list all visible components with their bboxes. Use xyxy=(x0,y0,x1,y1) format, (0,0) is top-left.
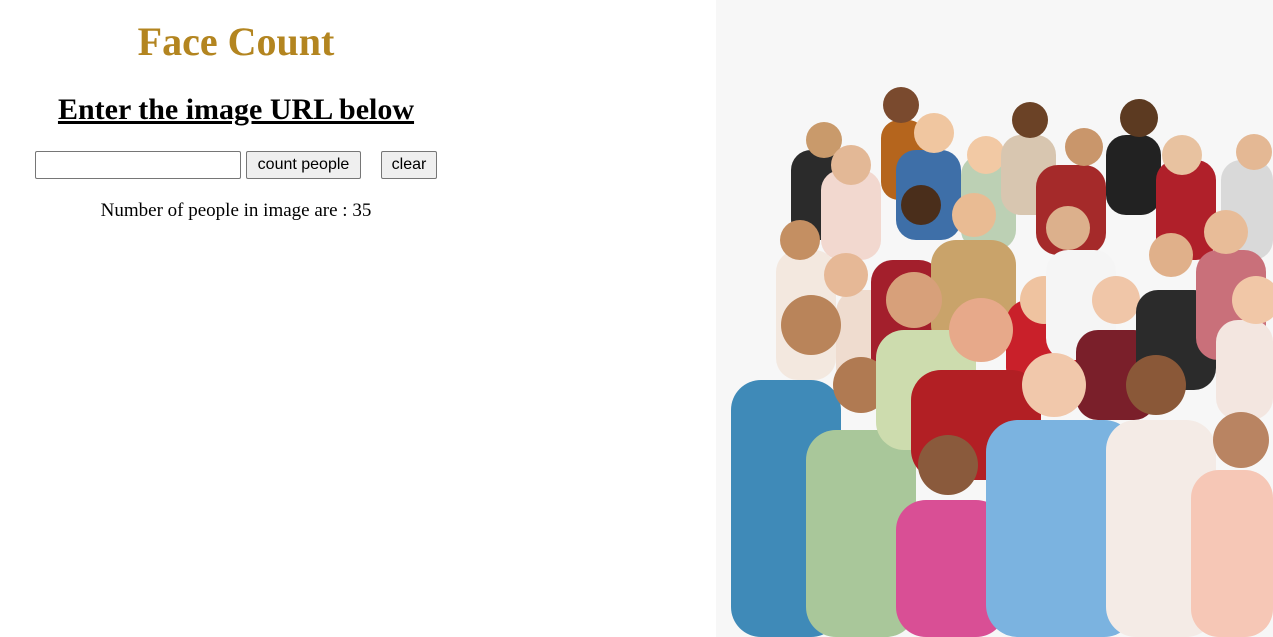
count-people-button[interactable]: count people xyxy=(246,151,361,179)
page-title: Face Count xyxy=(137,19,335,64)
group-photo-icon xyxy=(716,0,1273,637)
instruction-heading: Enter the image URL below xyxy=(57,93,415,126)
result-text: Number of people in image are : 35 xyxy=(100,200,372,221)
image-url-input[interactable] xyxy=(35,151,241,179)
left-panel: Face Count Enter the image URL below cou… xyxy=(0,0,472,637)
page: Face Count Enter the image URL below cou… xyxy=(0,0,1273,637)
clear-button[interactable]: clear xyxy=(381,151,437,179)
group-photo xyxy=(716,0,1273,637)
